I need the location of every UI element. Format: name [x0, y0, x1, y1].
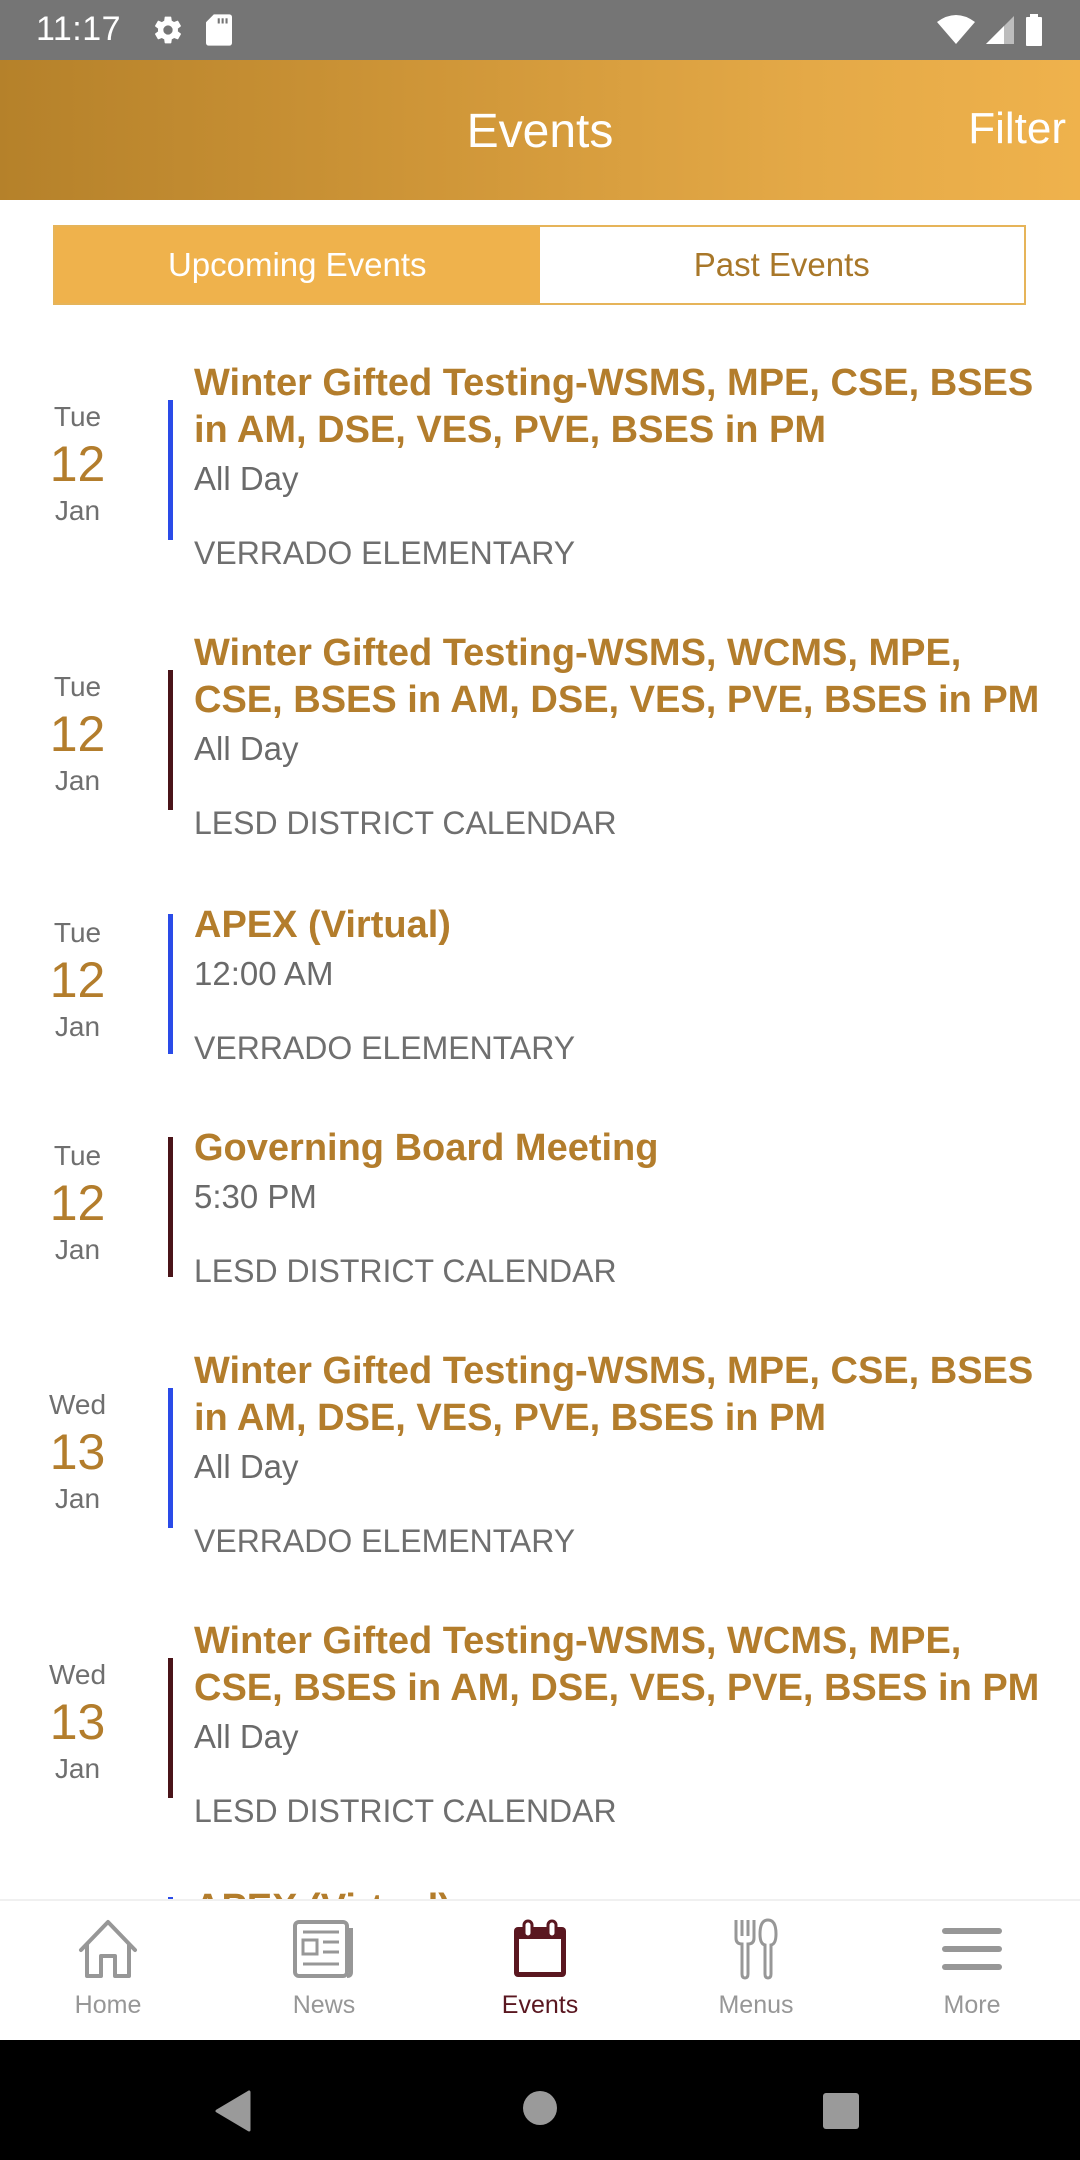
event-time: All Day: [194, 1718, 299, 1755]
status-bar: 11:17: [0, 0, 1080, 60]
app-header: Events Filter: [0, 60, 1080, 200]
calendar-color-bar: [168, 1658, 173, 1798]
event-time: All Day: [194, 730, 299, 767]
event-calendar: LESD DISTRICT CALENDAR: [194, 805, 617, 841]
events-list[interactable]: Tue 12 Jan Winter Gifted Testing-WSMS, M…: [0, 305, 1080, 1899]
utensils-icon: [724, 1917, 788, 1981]
tab-past-events[interactable]: Past Events: [539, 227, 1024, 303]
event-time: All Day: [194, 460, 299, 497]
calendar-color-bar: [168, 1388, 173, 1528]
event-day: 13: [49, 1424, 106, 1480]
nav-label: News: [292, 1991, 356, 2019]
calendar-color-bar: [168, 914, 173, 1054]
nav-label: Menus: [718, 1991, 794, 2019]
system-navigation-bar: [0, 2040, 1080, 2160]
event-weekday: Tue: [53, 401, 102, 432]
page-title: Events: [466, 105, 614, 158]
wifi-icon: [936, 14, 976, 51]
nav-events[interactable]: Events: [432, 1901, 648, 2040]
event-item[interactable]: Tue 12 Jan Winter Gifted Testing-WSMS, M…: [0, 360, 1080, 580]
event-calendar: VERRADO ELEMENTARY: [194, 1030, 576, 1066]
event-month: Jan: [54, 1753, 101, 1784]
event-day: 12: [49, 952, 106, 1008]
event-calendar: LESD DISTRICT CALENDAR: [194, 1793, 617, 1829]
event-calendar: VERRADO ELEMENTARY: [194, 535, 576, 571]
event-month: Jan: [54, 1011, 101, 1042]
event-day: 12: [49, 706, 106, 762]
event-weekday: Wed: [48, 1659, 107, 1690]
event-calendar: LESD DISTRICT CALENDAR: [194, 1253, 617, 1289]
event-title[interactable]: APEX (Virtual): [194, 902, 1050, 949]
status-time: 11:17: [36, 10, 122, 48]
event-date: Tue 12 Jan: [0, 1139, 155, 1267]
settings-icon: [152, 14, 184, 51]
nav-label: Events: [501, 1991, 579, 2019]
event-title[interactable]: Winter Gifted Testing-WSMS, WCMS, MPE, C…: [194, 1618, 1050, 1712]
event-date: Tue 12 Jan: [0, 916, 155, 1044]
event-calendar: VERRADO ELEMENTARY: [194, 1523, 576, 1559]
event-day: 12: [49, 436, 106, 492]
event-day: 13: [49, 1694, 106, 1750]
event-time: All Day: [194, 1448, 299, 1485]
event-item[interactable]: Wed 13 Jan Winter Gifted Testing-WSMS, M…: [0, 1348, 1080, 1568]
calendar-icon: [508, 1917, 572, 1981]
event-tabs: Upcoming Events Past Events: [53, 225, 1026, 305]
filter-button[interactable]: Filter: [968, 104, 1066, 154]
sd-card-icon: [206, 14, 232, 51]
nav-home[interactable]: Home: [0, 1901, 216, 2040]
event-month: Jan: [54, 495, 101, 526]
nav-menus[interactable]: Menus: [648, 1901, 864, 2040]
event-item[interactable]: Tue 12 Jan APEX (Virtual) 12:00 AM VERRA…: [0, 902, 1080, 1072]
event-title[interactable]: APEX (Virtual): [194, 1885, 1050, 1899]
signal-icon: [984, 14, 1016, 51]
event-item[interactable]: APEX (Virtual): [0, 1885, 1080, 1899]
bottom-navigation: Home News Events Menus More: [0, 1899, 1080, 2040]
nav-news[interactable]: News: [216, 1901, 432, 2040]
event-date: Tue 12 Jan: [0, 670, 155, 798]
home-circle-icon[interactable]: [522, 2090, 558, 2131]
nav-label: More: [943, 1991, 1001, 2019]
event-item[interactable]: Tue 12 Jan Winter Gifted Testing-WSMS, W…: [0, 630, 1080, 850]
tab-upcoming-events[interactable]: Upcoming Events: [55, 227, 540, 303]
event-month: Jan: [54, 1483, 101, 1514]
home-icon: [76, 1917, 140, 1981]
event-title[interactable]: Winter Gifted Testing-WSMS, WCMS, MPE, C…: [194, 630, 1050, 724]
event-time: 5:30 PM: [194, 1178, 317, 1215]
event-day: 12: [49, 1175, 106, 1231]
calendar-color-bar: [168, 1137, 173, 1277]
event-time: 12:00 AM: [194, 955, 334, 992]
event-date: Wed 13 Jan: [0, 1658, 155, 1786]
nav-more[interactable]: More: [864, 1901, 1080, 2040]
event-month: Jan: [54, 765, 101, 796]
event-item[interactable]: Wed 13 Jan Winter Gifted Testing-WSMS, W…: [0, 1618, 1080, 1838]
battery-icon: [1024, 14, 1044, 51]
calendar-color-bar: [168, 400, 173, 540]
event-weekday: Tue: [53, 671, 102, 702]
event-title[interactable]: Governing Board Meeting: [194, 1125, 1050, 1172]
calendar-color-bar: [168, 670, 173, 810]
event-title[interactable]: Winter Gifted Testing-WSMS, MPE, CSE, BS…: [194, 1348, 1050, 1442]
event-date: Wed 13 Jan: [0, 1388, 155, 1516]
event-date: Tue 12 Jan: [0, 400, 155, 528]
event-weekday: Tue: [53, 917, 102, 948]
newspaper-icon: [292, 1917, 356, 1981]
hamburger-menu-icon: [940, 1917, 1004, 1981]
event-item[interactable]: Tue 12 Jan Governing Board Meeting 5:30 …: [0, 1125, 1080, 1295]
event-month: Jan: [54, 1234, 101, 1265]
event-weekday: Tue: [53, 1140, 102, 1171]
back-icon[interactable]: [215, 2090, 251, 2137]
event-title[interactable]: Winter Gifted Testing-WSMS, MPE, CSE, BS…: [194, 360, 1050, 454]
event-weekday: Wed: [48, 1389, 107, 1420]
nav-label: Home: [74, 1991, 142, 2019]
recents-icon[interactable]: [822, 2092, 860, 2135]
